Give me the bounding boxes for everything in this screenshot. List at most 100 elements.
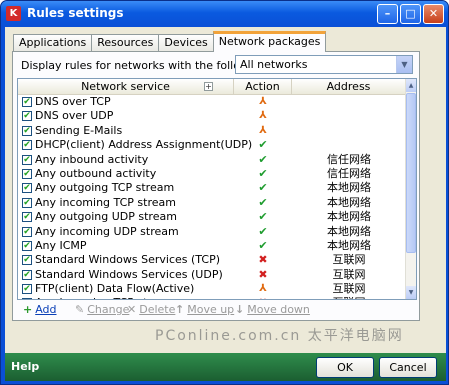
network-service-cell: Any incoming UDP stream <box>35 224 179 238</box>
network-service-cell: Standard Windows Services (UDP) <box>35 267 223 281</box>
expand-plus-icon[interactable]: + <box>204 82 213 91</box>
network-service-cell: Standard Windows Services (TCP) <box>35 253 220 267</box>
block-x-icon[interactable]: ✖ <box>253 296 273 299</box>
rule-enabled-checkbox[interactable]: ✔ <box>22 154 32 165</box>
table-row[interactable]: ✔ Any outgoing UDP stream ✔ 本地网络 <box>18 210 406 224</box>
vertical-scrollbar[interactable]: ▲ ▼ <box>405 79 416 299</box>
move-down-label: Move down <box>247 303 310 316</box>
chevron-down-icon[interactable]: ▼ <box>396 56 412 73</box>
scroll-up-icon[interactable]: ▲ <box>406 79 416 92</box>
rules-settings-window: K Rules settings – □ ✕ Applications Reso… <box>0 0 449 385</box>
column-header-address[interactable]: Address <box>292 79 406 95</box>
table-header: Network service + Action Address <box>18 79 406 95</box>
window-title: Rules settings <box>27 6 124 20</box>
scrollbar-thumb[interactable] <box>406 93 416 253</box>
title-bar[interactable]: K Rules settings – □ ✕ <box>1 1 448 27</box>
help-link[interactable]: Help <box>11 360 39 373</box>
table-row[interactable]: ✔ Any incoming TCP stream ✔ 本地网络 <box>18 196 406 210</box>
ok-button[interactable]: OK <box>316 357 374 378</box>
network-service-cell: Any outbound activity <box>35 166 157 180</box>
plus-icon: + <box>23 303 33 316</box>
address-cell: 本地网络 <box>327 210 371 224</box>
allow-check-icon[interactable]: ✔ <box>253 239 273 253</box>
allow-check-icon[interactable]: ✔ <box>253 167 273 181</box>
table-row[interactable]: ✔ Any incoming UDP stream ✔ 本地网络 <box>18 225 406 239</box>
column-header-network-service[interactable]: Network service <box>18 79 234 95</box>
rule-enabled-checkbox[interactable]: ✔ <box>22 284 32 295</box>
close-button[interactable]: ✕ <box>423 4 444 24</box>
address-cell: 本地网络 <box>327 238 371 252</box>
allow-check-icon[interactable]: ✔ <box>253 138 273 152</box>
rule-enabled-checkbox[interactable]: ✔ <box>22 240 32 251</box>
network-status-select[interactable]: All networks ▼ <box>235 55 413 74</box>
maximize-button[interactable]: □ <box>400 4 421 24</box>
table-row[interactable]: ✔ DNS over UDP ⅄ <box>18 109 406 123</box>
move-up-label: Move up <box>187 303 235 316</box>
tab-resources[interactable]: Resources <box>91 34 160 52</box>
custom-rule-icon[interactable]: ⅄ <box>253 282 273 296</box>
table-row[interactable]: ✔Any incoming TCP stream ✖ 互联网 <box>18 296 406 299</box>
minimize-button[interactable]: – <box>377 4 398 24</box>
add-button[interactable]: + Add <box>23 302 57 318</box>
tab-strip: Applications Resources Devices Network p… <box>13 31 327 52</box>
allow-check-icon[interactable]: ✔ <box>253 210 273 224</box>
table-row[interactable]: ✔ DHCP(client) Address Assignment(UDP) ✔ <box>18 138 406 152</box>
network-service-cell: Any incoming TCP stream <box>35 195 176 209</box>
move-up-button[interactable]: ↑ Move up <box>175 302 234 318</box>
custom-rule-icon[interactable]: ⅄ <box>253 95 273 109</box>
block-x-icon[interactable]: ✖ <box>253 253 273 267</box>
tab-network-packages[interactable]: Network packages <box>212 31 327 52</box>
network-service-cell: Any incoming TCP stream <box>35 296 176 299</box>
rule-enabled-checkbox[interactable]: ✔ <box>22 183 32 194</box>
arrow-up-icon: ↑ <box>175 303 185 316</box>
allow-check-icon[interactable]: ✔ <box>253 196 273 210</box>
block-x-icon[interactable]: ✖ <box>253 268 273 282</box>
rule-enabled-checkbox[interactable]: ✔ <box>22 298 32 299</box>
rule-enabled-checkbox[interactable]: ✔ <box>22 226 32 237</box>
cancel-button[interactable]: Cancel <box>379 357 437 378</box>
table-row[interactable]: ✔ Any ICMP ✔ 本地网络 <box>18 239 406 253</box>
rule-enabled-checkbox[interactable]: ✔ <box>22 168 32 179</box>
rule-enabled-checkbox[interactable]: ✔ <box>22 197 32 208</box>
custom-rule-icon[interactable]: ⅄ <box>253 109 273 123</box>
network-service-cell: Sending E-Mails <box>35 123 123 137</box>
table-row[interactable]: ✔ Any outbound activity ✔ 信任网络 <box>18 167 406 181</box>
address-cell: 本地网络 <box>327 181 371 195</box>
allow-check-icon[interactable]: ✔ <box>253 181 273 195</box>
address-cell: 互联网 <box>332 253 366 267</box>
change-button[interactable]: ✎ Change <box>75 302 129 318</box>
address-cell: 信任网络 <box>327 166 371 180</box>
rule-enabled-checkbox[interactable]: ✔ <box>22 269 32 280</box>
table-row[interactable]: ✔ FTP(client) Data Flow(Active) ⅄ 互联网 <box>18 282 406 296</box>
table-row[interactable]: ✔ DNS over TCP ⅄ <box>18 95 406 109</box>
rule-enabled-checkbox[interactable]: ✔ <box>22 125 32 136</box>
delete-x-icon: ✕ <box>127 303 137 316</box>
network-service-cell: Any inbound activity <box>35 152 149 166</box>
address-cell: 互联网 <box>292 296 406 299</box>
rule-enabled-checkbox[interactable]: ✔ <box>22 255 32 266</box>
arrow-down-icon: ↓ <box>235 303 245 316</box>
tab-devices[interactable]: Devices <box>158 34 214 52</box>
move-down-button[interactable]: ↓ Move down <box>235 302 310 318</box>
rule-enabled-checkbox[interactable]: ✔ <box>22 212 32 223</box>
allow-check-icon[interactable]: ✔ <box>253 225 273 239</box>
rule-enabled-checkbox[interactable]: ✔ <box>22 111 32 122</box>
column-header-action[interactable]: Action <box>234 79 292 95</box>
rule-enabled-checkbox[interactable]: ✔ <box>22 97 32 107</box>
table-row[interactable]: ✔ Standard Windows Services (TCP) ✖ 互联网 <box>18 253 406 267</box>
address-cell: 本地网络 <box>327 195 371 209</box>
scroll-down-icon[interactable]: ▼ <box>406 286 416 299</box>
table-row[interactable]: ✔ Any inbound activity ✔ 信任网络 <box>18 153 406 167</box>
rules-toolbar: + Add ✎ Change ✕ Delete ↑ Move up ↓ Move down <box>17 302 417 318</box>
dialog-body: Applications Resources Devices Network p… <box>5 27 446 381</box>
delete-button[interactable]: ✕ Delete <box>127 302 175 318</box>
table-row[interactable]: ✔ Sending E-Mails ⅄ <box>18 124 406 138</box>
table-row[interactable]: ✔ Standard Windows Services (UDP) ✖ 互联网 <box>18 268 406 282</box>
allow-check-icon[interactable]: ✔ <box>253 153 273 167</box>
table-row[interactable]: ✔ Any outgoing TCP stream ✔ 本地网络 <box>18 181 406 195</box>
tab-applications[interactable]: Applications <box>13 34 93 52</box>
custom-rule-icon[interactable]: ⅄ <box>253 124 273 138</box>
network-service-cell: DNS over UDP <box>35 109 114 123</box>
rule-enabled-checkbox[interactable]: ✔ <box>22 140 32 151</box>
change-label: Change <box>87 303 130 316</box>
